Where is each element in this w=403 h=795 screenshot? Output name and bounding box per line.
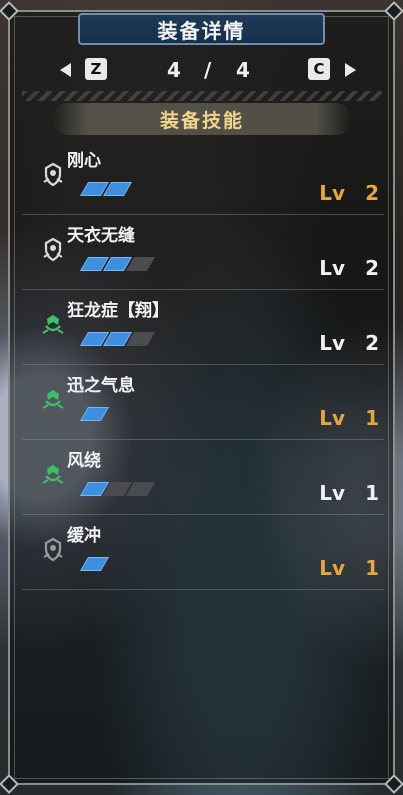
gauge-segment-filled [79, 407, 110, 421]
section-title: 装备技能 [159, 109, 244, 132]
level-label: Lv [319, 256, 346, 280]
page-navigator: Z 4 / 4 C [60, 58, 356, 84]
level-value: 2 [365, 331, 379, 355]
skill-level-gauge [79, 557, 110, 571]
corner-ornament [384, 1, 403, 21]
total-pages: 4 [236, 58, 250, 82]
skill-name: 刚心 [67, 151, 101, 171]
skill-dragon-icon [40, 462, 66, 488]
decorative-divider [22, 91, 382, 101]
corner-ornament [0, 1, 19, 21]
panel-title: 装备详情 [157, 18, 246, 43]
skill-level: Lv 2 [319, 331, 379, 355]
skill-shield-icon [40, 537, 66, 563]
gauge-segment-filled [79, 557, 110, 571]
skill-level-gauge [79, 182, 133, 196]
skill-list: 刚心 Lv 2 天衣无缝 Lv 2 狂龙症【翔】 Lv 2 迅之气息 Lv 1 风绕 Lv 1 缓冲 Lv 1 [22, 140, 384, 590]
skill-row[interactable]: 缓冲 Lv 1 [22, 515, 384, 590]
skill-level-gauge [79, 332, 156, 346]
level-value: 2 [365, 256, 379, 280]
skill-row[interactable]: 狂龙症【翔】 Lv 2 [22, 290, 384, 365]
skill-row[interactable]: 刚心 Lv 2 [22, 140, 384, 215]
corner-ornament [384, 774, 403, 794]
level-value: 2 [365, 181, 379, 205]
skill-dragon-icon [40, 387, 66, 413]
level-value: 1 [365, 406, 379, 430]
skill-level-gauge [79, 407, 110, 421]
page-separator: / [204, 58, 212, 82]
skill-row[interactable]: 天衣无缝 Lv 2 [22, 215, 384, 290]
skill-name: 迅之气息 [67, 376, 135, 396]
skill-row[interactable]: 迅之气息 Lv 1 [22, 365, 384, 440]
left-arrow-icon[interactable] [60, 63, 71, 77]
level-value: 1 [365, 556, 379, 580]
skill-name: 风绕 [67, 451, 101, 471]
skill-shield-icon [40, 162, 66, 188]
skill-name: 天衣无缝 [67, 226, 135, 246]
next-page-key[interactable]: C [308, 58, 330, 80]
skill-level: Lv 2 [319, 256, 379, 280]
skill-level: Lv 1 [319, 556, 379, 580]
skill-level: Lv 1 [319, 481, 379, 505]
level-label: Lv [319, 331, 346, 355]
skill-level: Lv 1 [319, 406, 379, 430]
skill-name: 缓冲 [67, 526, 101, 546]
panel-title-bar: 装备详情 [78, 13, 325, 45]
prev-page-key[interactable]: Z [85, 58, 107, 80]
skill-shield-icon [40, 237, 66, 263]
skill-row[interactable]: 风绕 Lv 1 [22, 440, 384, 515]
section-header: 装备技能 [52, 103, 352, 135]
skill-level: Lv 2 [319, 181, 379, 205]
level-label: Lv [319, 481, 346, 505]
corner-ornament [0, 774, 19, 794]
level-label: Lv [319, 406, 346, 430]
skill-level-gauge [79, 482, 156, 496]
skill-dragon-icon [40, 312, 66, 338]
level-value: 1 [365, 481, 379, 505]
level-label: Lv [319, 556, 346, 580]
current-page: 4 [167, 58, 181, 82]
skill-level-gauge [79, 257, 156, 271]
level-label: Lv [319, 181, 346, 205]
right-arrow-icon[interactable] [345, 63, 356, 77]
skill-name: 狂龙症【翔】 [67, 301, 169, 321]
